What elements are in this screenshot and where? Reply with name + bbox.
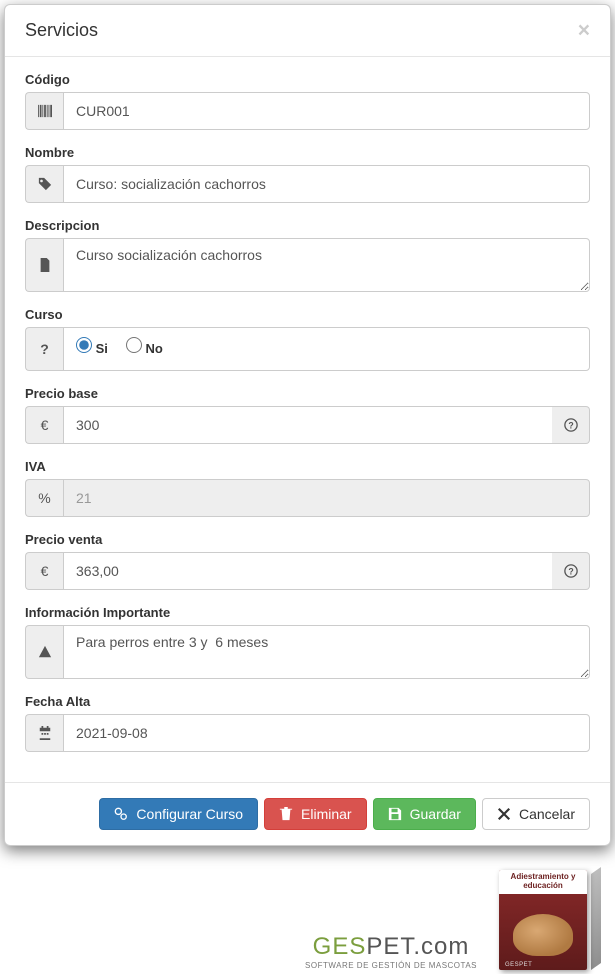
- nombre-label: Nombre: [25, 145, 590, 160]
- product-box: Adiestramiento y educación GESPET: [499, 870, 595, 970]
- iva-input: [63, 479, 590, 517]
- curso-no-radio[interactable]: [126, 337, 142, 353]
- modal-footer: Configurar Curso Eliminar Guardar Cancel…: [5, 782, 610, 845]
- precio-venta-input[interactable]: [63, 552, 552, 590]
- curso-label: Curso: [25, 307, 590, 322]
- barcode-icon: [25, 92, 63, 130]
- x-icon: [497, 807, 511, 821]
- svg-text:?: ?: [568, 421, 573, 431]
- descripcion-input[interactable]: Curso socialización cachorros: [63, 238, 590, 292]
- info-label: Información Importante: [25, 605, 590, 620]
- cancelar-button[interactable]: Cancelar: [482, 798, 590, 830]
- eliminar-button[interactable]: Eliminar: [264, 798, 367, 830]
- modal-header: Servicios ×: [5, 5, 610, 57]
- nombre-input[interactable]: [63, 165, 590, 203]
- guardar-button[interactable]: Guardar: [373, 798, 476, 830]
- euro-icon: €: [25, 406, 63, 444]
- descripcion-label: Descripcion: [25, 218, 590, 233]
- svg-text:?: ?: [568, 567, 573, 577]
- curso-si-label: Si: [96, 341, 108, 356]
- precio-venta-help-icon[interactable]: ?: [552, 552, 590, 590]
- brand-logo: GESPET.com SOFTWARE DE GESTIÓN DE MASCOT…: [305, 933, 477, 970]
- fecha-alta-label: Fecha Alta: [25, 694, 590, 709]
- trash-icon: [279, 807, 293, 821]
- footer-brand: GESPET.com SOFTWARE DE GESTIÓN DE MASCOT…: [0, 850, 615, 974]
- curso-si-option[interactable]: Si: [76, 337, 108, 356]
- precio-venta-label: Precio venta: [25, 532, 590, 547]
- precio-base-label: Precio base: [25, 386, 590, 401]
- service-modal: Servicios × Código Nombre: [4, 4, 611, 846]
- iva-label: IVA: [25, 459, 590, 474]
- question-icon: ?: [25, 327, 63, 371]
- codigo-input[interactable]: [63, 92, 590, 130]
- percent-icon: %: [25, 479, 63, 517]
- close-button[interactable]: ×: [578, 20, 590, 41]
- curso-no-option[interactable]: No: [126, 337, 163, 356]
- calendar-icon: [25, 714, 63, 752]
- tag-icon: [25, 165, 63, 203]
- gears-icon: [114, 807, 128, 821]
- modal-title: Servicios: [25, 20, 98, 41]
- curso-radio-group: Si No: [63, 327, 590, 371]
- document-icon: [25, 238, 63, 292]
- save-icon: [388, 807, 402, 821]
- precio-base-help-icon[interactable]: ?: [552, 406, 590, 444]
- fecha-alta-input[interactable]: [63, 714, 590, 752]
- curso-no-label: No: [146, 341, 163, 356]
- configurar-curso-button[interactable]: Configurar Curso: [99, 798, 258, 830]
- codigo-label: Código: [25, 72, 590, 87]
- precio-base-input[interactable]: [63, 406, 552, 444]
- warning-icon: [25, 625, 63, 679]
- curso-si-radio[interactable]: [76, 337, 92, 353]
- info-input[interactable]: Para perros entre 3 y 6 meses: [63, 625, 590, 679]
- euro-icon-2: €: [25, 552, 63, 590]
- modal-body: Código Nombre Descripcion: [5, 57, 610, 782]
